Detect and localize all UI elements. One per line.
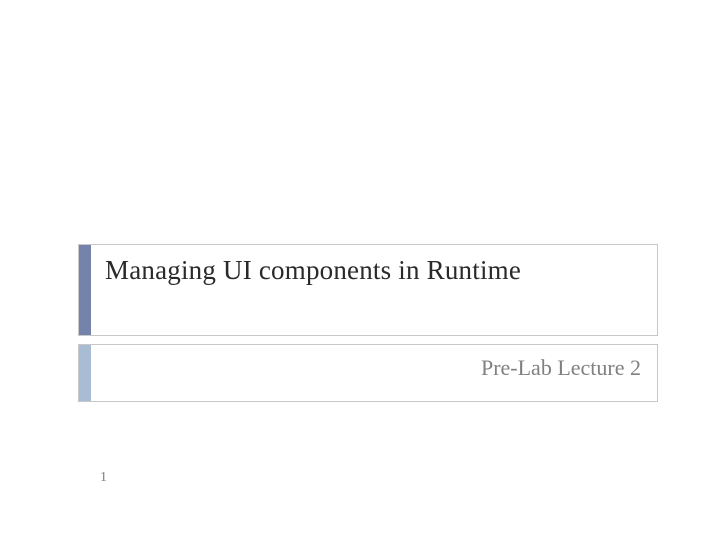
slide-title: Managing UI components in Runtime bbox=[91, 245, 657, 335]
subtitle-block: Pre-Lab Lecture 2 bbox=[78, 344, 658, 402]
slide-subtitle: Pre-Lab Lecture 2 bbox=[91, 345, 657, 401]
page-number: 1 bbox=[100, 470, 107, 486]
title-block: Managing UI components in Runtime bbox=[78, 244, 658, 336]
subtitle-accent-bar bbox=[79, 345, 91, 401]
title-accent-bar bbox=[79, 245, 91, 335]
